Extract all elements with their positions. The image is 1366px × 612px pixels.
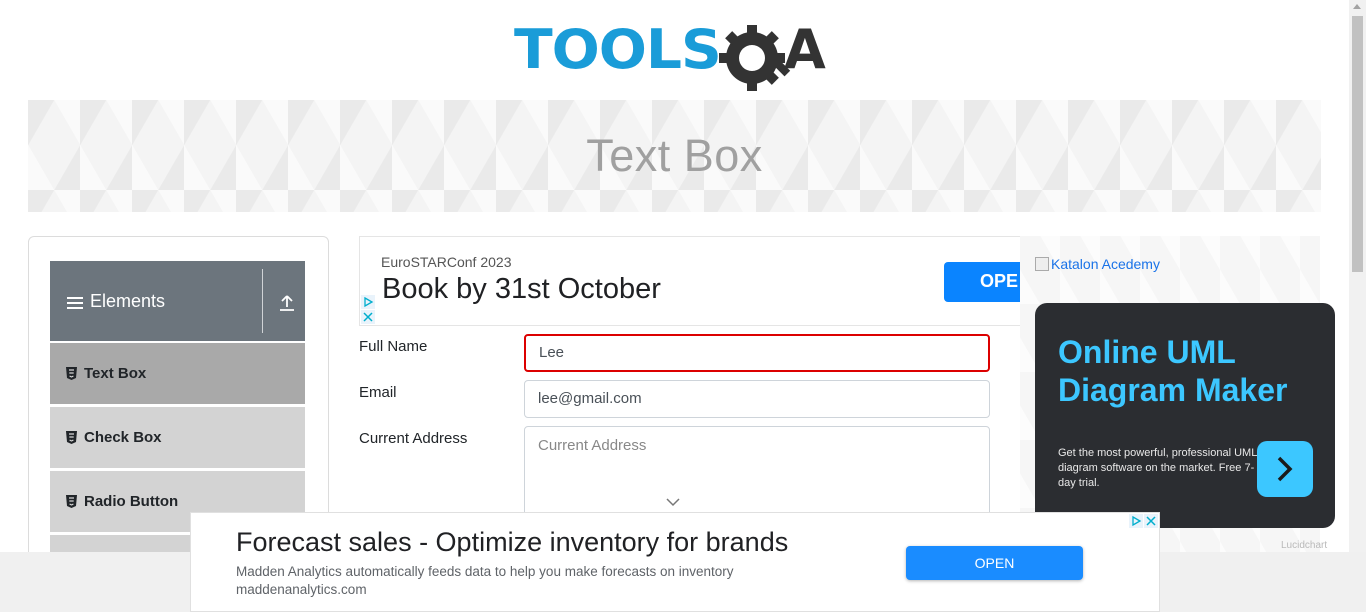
scroll-up-icon[interactable] (1353, 4, 1361, 9)
ad-banner-top[interactable]: EuroSTARConf 2023 Book by 31st October O… (359, 236, 1020, 326)
close-icon[interactable] (361, 310, 375, 324)
image-icon (1035, 257, 1049, 271)
divider (262, 269, 263, 333)
ad-url[interactable]: maddenanalytics.com (236, 582, 367, 597)
sidebar-item-text-box[interactable]: Text Box (50, 342, 305, 404)
broken-image-link[interactable]: Katalon Acedemy (1035, 256, 1160, 272)
close-icon[interactable] (1144, 514, 1158, 528)
email-input[interactable]: lee@gmail.com (524, 380, 990, 418)
ad-banner-bottom[interactable]: Forecast sales - Optimize inventory for … (190, 512, 1160, 612)
broken-image-alt: Katalon Acedemy (1051, 256, 1160, 272)
ad-headline[interactable]: Book by 31st October (382, 273, 661, 306)
sidebar-group-label: Elements (90, 291, 166, 311)
uml-ad-description: Get the most powerful, professional UML … (1058, 447, 1257, 489)
full-name-input[interactable]: Lee (524, 334, 990, 372)
sidebar-item-label: Radio Button (84, 493, 179, 510)
html5-icon (66, 367, 77, 380)
html5-icon (66, 495, 77, 508)
page: TOOLS A Text Box Elements Text Box Check… (0, 0, 1366, 612)
sidebar-item-label: Check Box (84, 429, 162, 446)
vertical-scrollbar[interactable] (1349, 0, 1366, 552)
ad-subtitle: EuroSTARConf 2023 (381, 254, 512, 270)
sidebar-group-elements[interactable]: Elements (50, 261, 305, 341)
ad-open-button[interactable]: OPE (944, 262, 1020, 302)
sidebar-item-check-box[interactable]: Check Box (50, 406, 305, 468)
uml-ad-go-button[interactable] (1257, 441, 1313, 497)
ad-description: Madden Analytics automatically feeds dat… (236, 564, 734, 579)
full-name-label: Full Name (359, 338, 428, 355)
list-icon (67, 297, 83, 309)
current-address-textarea[interactable]: Current Address (524, 426, 990, 526)
current-address-label: Current Address (359, 430, 468, 447)
adchoices-icon[interactable] (361, 295, 375, 309)
upload-icon[interactable] (278, 294, 296, 312)
html5-icon (66, 431, 77, 444)
email-label: Email (359, 384, 397, 401)
sidebar-item-label: Text Box (84, 365, 147, 382)
adchoices-icon[interactable] (1129, 514, 1143, 528)
uml-ad-title: Online UML Diagram Maker (1058, 334, 1288, 408)
ad-headline[interactable]: Forecast sales - Optimize inventory for … (236, 527, 788, 558)
uml-ad-card[interactable]: Online UML Diagram Maker Get the most po… (1035, 303, 1335, 528)
chevron-down-icon (666, 498, 680, 507)
page-banner: Text Box (28, 100, 1321, 212)
scrollbar-thumb[interactable] (1352, 16, 1363, 272)
svg-text:TOOLS: TOOLS (514, 19, 721, 81)
page-title: Text Box (586, 130, 763, 181)
chevron-right-icon (1277, 456, 1293, 482)
ad-brand: Lucidchart (1281, 540, 1328, 551)
ad-open-button[interactable]: OPEN (906, 546, 1083, 580)
toolsqa-logo[interactable]: TOOLS A (514, 16, 838, 92)
svg-text:A: A (784, 18, 826, 81)
